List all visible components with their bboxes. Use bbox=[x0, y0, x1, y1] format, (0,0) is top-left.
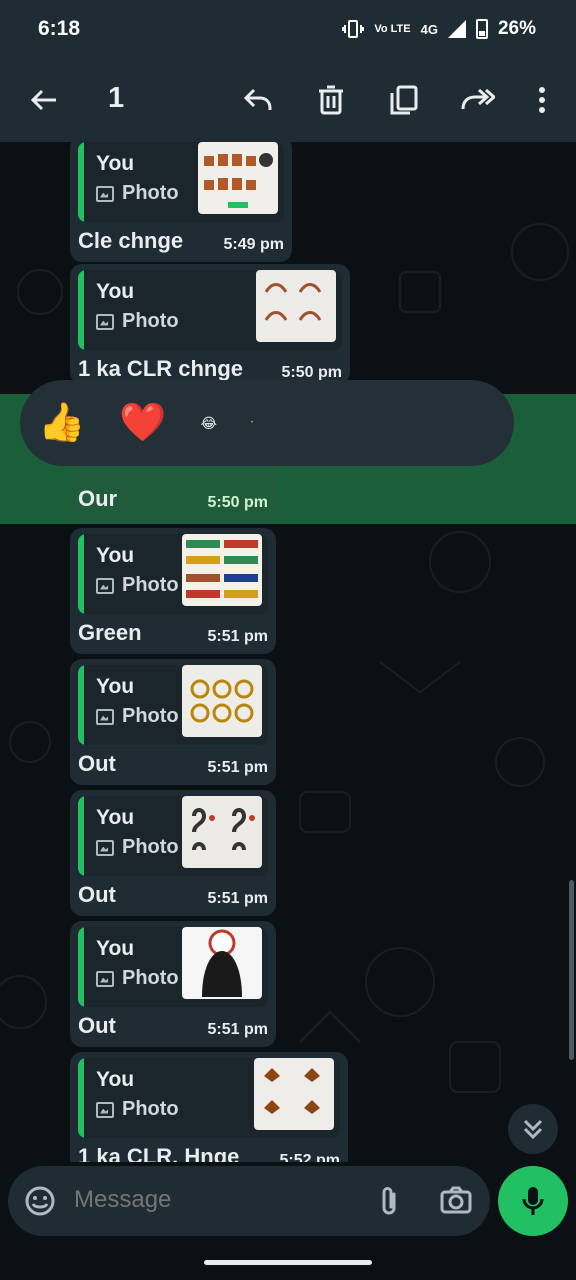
message-text: 1 ka CLR chnge bbox=[78, 356, 244, 381]
status-time: 6:18 bbox=[38, 17, 81, 40]
scroll-to-bottom-button[interactable] bbox=[508, 1104, 558, 1154]
message-text: Out bbox=[78, 1013, 116, 1038]
message-text: Cle chnge bbox=[78, 228, 184, 253]
message-text: Out bbox=[78, 751, 116, 776]
selection-action-bar: 1 bbox=[0, 58, 576, 142]
camera-icon[interactable] bbox=[440, 1186, 472, 1219]
more-reaction[interactable]: • bbox=[251, 420, 253, 426]
reply-icon[interactable] bbox=[238, 80, 278, 120]
microphone-icon bbox=[522, 1187, 544, 1215]
quoted-message[interactable]: You Photo bbox=[78, 142, 284, 222]
status-icons: Vo LTE 4G 26% bbox=[342, 18, 536, 40]
photo-icon bbox=[96, 708, 114, 725]
message-bubble[interactable]: You Photo Out 5:51 pm bbox=[70, 921, 276, 1047]
forward-icon[interactable] bbox=[458, 80, 498, 120]
message-text: Our bbox=[78, 486, 118, 511]
heart-reaction[interactable]: ❤️ bbox=[119, 401, 166, 445]
attach-icon[interactable] bbox=[378, 1184, 400, 1223]
system-nav-bar bbox=[0, 1236, 576, 1280]
message-text: Green bbox=[78, 620, 142, 645]
battery-percent: 26% bbox=[497, 18, 536, 39]
quoted-message[interactable]: You Photo bbox=[78, 270, 342, 350]
message-time: 5:51 pm bbox=[207, 759, 268, 776]
photo-icon bbox=[96, 577, 114, 594]
quoted-message[interactable]: You Photo bbox=[78, 1058, 340, 1138]
double-chevron-down-icon bbox=[523, 1119, 543, 1140]
photo-thumbnail bbox=[198, 142, 278, 214]
photo-thumbnail bbox=[182, 927, 262, 999]
photo-icon bbox=[96, 970, 114, 987]
message-time: 5:49 pm bbox=[223, 236, 284, 253]
reaction-picker: 👍 ❤️ 😂 • bbox=[20, 380, 514, 466]
message-bubble[interactable]: You Photo 1 ka CLR chnge 5:50 pm bbox=[70, 264, 350, 384]
message-time: 5:50 pm bbox=[207, 494, 268, 511]
vibrate-icon bbox=[342, 20, 365, 38]
quoted-message[interactable]: You Photo bbox=[78, 534, 268, 614]
emoji-icon[interactable] bbox=[24, 1185, 56, 1222]
photo-thumbnail bbox=[254, 1058, 334, 1130]
status-bar: 6:18 Vo LTE 4G 26% bbox=[0, 0, 576, 58]
message-bubble[interactable]: You Photo 1 ka CLR. Hnge 5:52 pm bbox=[70, 1052, 348, 1162]
battery-icon bbox=[475, 19, 488, 39]
photo-icon bbox=[96, 313, 114, 330]
home-gesture-handle[interactable] bbox=[204, 1260, 372, 1265]
copy-icon[interactable] bbox=[384, 80, 424, 120]
laughing-reaction[interactable]: 😂 bbox=[201, 415, 217, 432]
quoted-message[interactable]: You Photo bbox=[78, 665, 268, 745]
message-bubble[interactable]: You Photo Out 5:51 pm bbox=[70, 659, 276, 785]
photo-icon bbox=[96, 185, 114, 202]
voice-record-button[interactable] bbox=[498, 1166, 568, 1236]
network-label: 4G bbox=[420, 21, 438, 37]
photo-thumbnail bbox=[256, 270, 336, 342]
message-time: 5:51 pm bbox=[207, 890, 268, 907]
message-time: 5:51 pm bbox=[207, 628, 268, 645]
selected-count: 1 bbox=[108, 82, 125, 114]
message-composer bbox=[8, 1166, 490, 1236]
message-input[interactable] bbox=[74, 1186, 334, 1214]
message-bubble[interactable]: You Photo Out 5:51 pm bbox=[70, 790, 276, 916]
quoted-message[interactable]: You Photo bbox=[78, 927, 268, 1007]
photo-thumbnail bbox=[182, 534, 262, 606]
message-bubble[interactable]: You Photo Green 5:51 pm bbox=[70, 528, 276, 654]
more-options-icon[interactable] bbox=[522, 80, 562, 120]
scrollbar[interactable] bbox=[569, 880, 574, 1060]
quoted-message[interactable]: You Photo bbox=[78, 796, 268, 876]
message-time: 5:52 pm bbox=[279, 1152, 340, 1162]
thumbs-up-reaction[interactable]: 👍 bbox=[38, 401, 85, 445]
photo-icon bbox=[96, 1101, 114, 1118]
message-text: 1 ka CLR. Hnge bbox=[78, 1144, 240, 1162]
signal-icon bbox=[447, 20, 466, 38]
photo-icon bbox=[96, 839, 114, 856]
chat-area[interactable]: You Photo Cle chnge 5:49 pm You Photo 1 … bbox=[0, 142, 576, 1162]
message-bubble[interactable]: You Photo Cle chnge 5:49 pm bbox=[70, 142, 292, 262]
message-time: 5:51 pm bbox=[207, 1021, 268, 1038]
delete-icon[interactable] bbox=[311, 80, 351, 120]
photo-thumbnail bbox=[182, 665, 262, 737]
message-text: Out bbox=[78, 882, 116, 907]
back-arrow-icon[interactable] bbox=[24, 80, 64, 120]
photo-thumbnail bbox=[182, 796, 262, 868]
volte-label: Vo LTE bbox=[374, 22, 411, 35]
